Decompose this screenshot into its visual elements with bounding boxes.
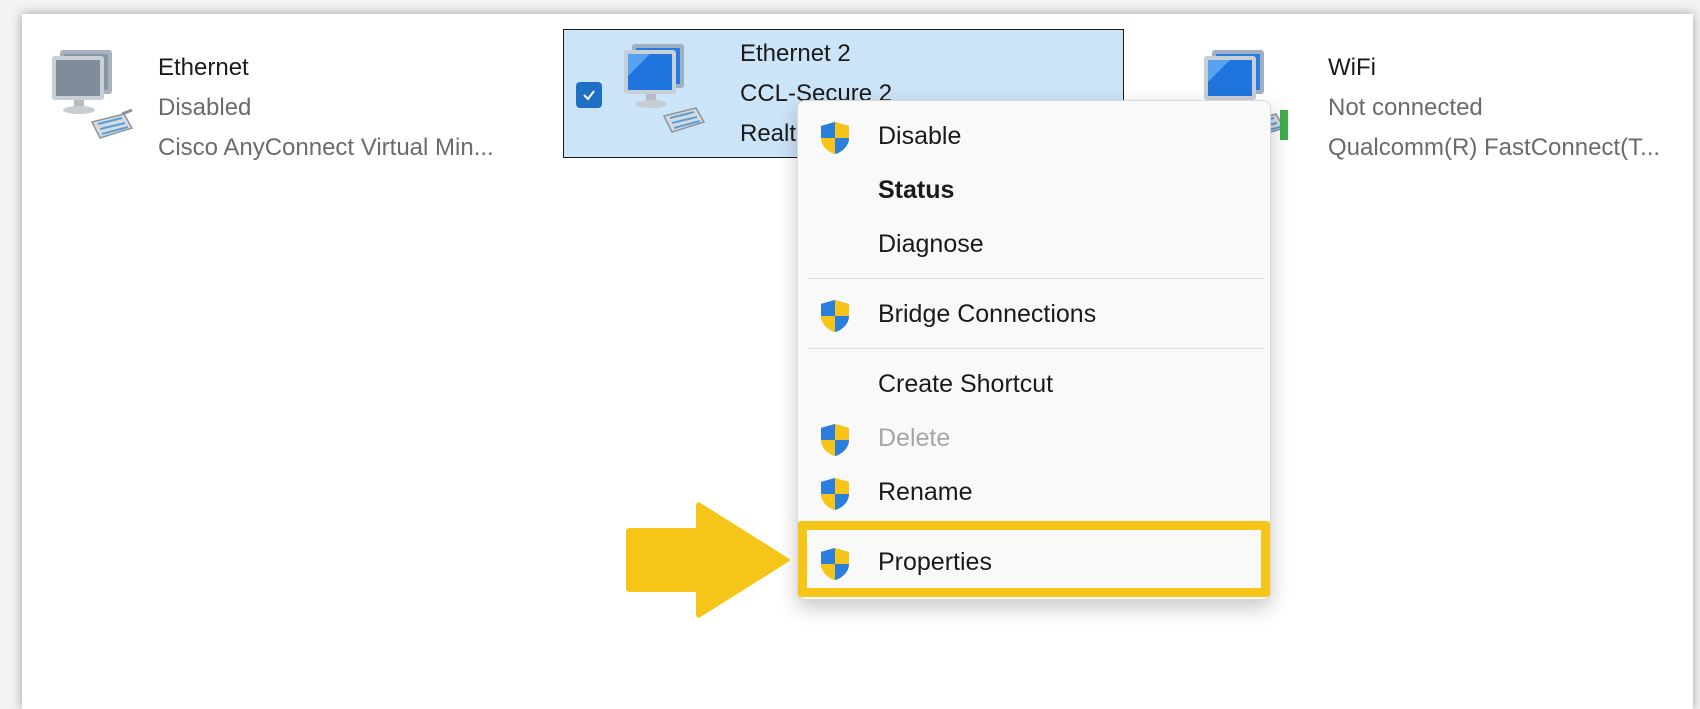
adapter-name: WiFi [1328, 54, 1376, 81]
uac-shield-icon [818, 423, 852, 457]
menu-separator [808, 278, 1264, 279]
menu-item-delete: Delete [798, 411, 1270, 465]
uac-shield-icon [818, 477, 852, 511]
adapter-status: Disabled [158, 94, 252, 121]
adapter-device: Qualcomm(R) FastConnect(T... [1328, 134, 1661, 161]
menu-item-status[interactable]: Status [798, 163, 1270, 217]
adapter-name: Ethernet 2 [740, 40, 851, 67]
selection-checkbox[interactable] [576, 82, 602, 108]
menu-separator [808, 348, 1264, 349]
adapter-status: Not connected [1328, 94, 1483, 121]
properties-highlight-box [798, 521, 1270, 597]
checkmark-icon [583, 90, 595, 101]
uac-shield-icon [818, 121, 852, 155]
uac-shield-icon [818, 299, 852, 333]
adapter-device: Cisco AnyConnect Virtual Min... [158, 134, 494, 161]
signal-bar-icon [1280, 110, 1288, 140]
menu-item-rename[interactable]: Rename [798, 465, 1270, 519]
pointer-arrow-icon [626, 502, 790, 618]
menu-item-disable[interactable]: Disable [798, 109, 1270, 163]
ethernet-adapter-icon [48, 48, 134, 144]
ethernet-adapter-icon [620, 42, 706, 138]
adapter-ethernet[interactable]: Ethernet Disabled Cisco AnyConnect Virtu… [22, 28, 542, 161]
menu-item-diagnose[interactable]: Diagnose [798, 217, 1270, 271]
adapter-name: Ethernet [158, 54, 249, 81]
menu-item-bridge-connections[interactable]: Bridge Connections [798, 287, 1270, 341]
menu-item-create-shortcut[interactable]: Create Shortcut [798, 357, 1270, 411]
